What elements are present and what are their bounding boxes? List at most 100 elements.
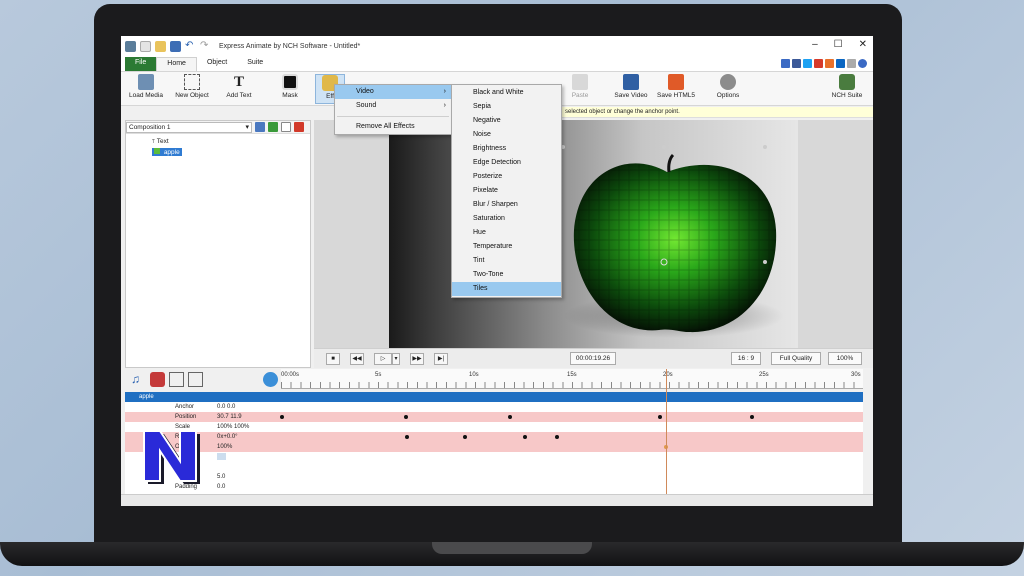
rss-icon[interactable] — [825, 59, 834, 68]
twitter-icon[interactable] — [803, 59, 812, 68]
fast-forward-button[interactable]: ▶▶ — [410, 353, 424, 365]
play-options-icon[interactable]: ▾ — [392, 353, 400, 365]
menu-item-two-tone[interactable]: Two-Tone — [452, 268, 561, 282]
help-icon[interactable] — [858, 59, 867, 68]
property-value[interactable]: 100% 100% — [217, 422, 249, 432]
menu-item-tint[interactable]: Tint — [452, 254, 561, 268]
keyframe[interactable] — [280, 415, 284, 419]
aspect-ratio-button[interactable]: 16 : 9 — [731, 352, 761, 365]
property-row-anchor[interactable]: Anchor 0.0 0.0 — [125, 402, 281, 412]
delete-icon[interactable] — [294, 122, 304, 132]
keyframe[interactable] — [508, 415, 512, 419]
keyframe-graph-icon[interactable] — [188, 372, 203, 387]
keyframe[interactable] — [405, 435, 409, 439]
keyframe[interactable] — [658, 415, 662, 419]
tab-suite[interactable]: Suite — [237, 57, 273, 71]
paste-button[interactable]: Paste — [558, 74, 602, 104]
menu-item-posterize[interactable]: Posterize — [452, 170, 561, 184]
options-button[interactable]: Options — [706, 74, 750, 104]
keyframe[interactable] — [463, 435, 467, 439]
mask-button[interactable]: Mask — [268, 74, 312, 104]
menu-item-remove-all-effects[interactable]: Remove All Effects — [335, 120, 451, 134]
menu-item-black-and-white[interactable]: Black and White — [452, 86, 561, 100]
property-value[interactable]: 30.7 11.9 — [217, 412, 242, 422]
timeline-scrollbar[interactable] — [121, 494, 873, 506]
menu-item-sound[interactable]: Sound › — [335, 99, 451, 113]
preview-area[interactable] — [314, 120, 873, 348]
save-html5-label: Save HTML5 — [657, 92, 695, 99]
new-object-button[interactable]: New Object — [170, 74, 214, 104]
zoom-button[interactable]: 100% — [828, 352, 862, 365]
tab-file[interactable]: File — [125, 57, 157, 71]
object-panel: Composition 1 Ƭ Text apple — [125, 120, 311, 368]
redo-icon[interactable]: ↷ — [200, 40, 211, 52]
open-folder-icon[interactable] — [155, 40, 166, 52]
menu-item-video[interactable]: Video › — [335, 85, 451, 99]
play-button[interactable]: ▷ — [374, 353, 392, 365]
menu-item-pixelate[interactable]: Pixelate — [452, 184, 561, 198]
menu-item-negative[interactable]: Negative — [452, 114, 561, 128]
tab-home[interactable]: Home — [156, 57, 197, 71]
add-text-button[interactable]: T Add Text — [217, 74, 261, 104]
keyframe[interactable] — [523, 435, 527, 439]
menu-item-brightness[interactable]: Brightness — [452, 142, 561, 156]
composition-select[interactable]: Composition 1 — [126, 121, 252, 133]
menu-item-temperature[interactable]: Temperature — [452, 240, 561, 254]
property-value[interactable]: 0x+0.0° — [217, 432, 238, 442]
maximize-button[interactable]: ☐ — [834, 39, 843, 50]
playhead[interactable] — [666, 369, 667, 494]
menu-item-blur-sharpen[interactable]: Blur / Sharpen — [452, 198, 561, 212]
color-swatch-icon[interactable] — [217, 453, 226, 460]
save-video-button[interactable]: Save Video — [609, 74, 653, 104]
facebook-icon[interactable] — [792, 59, 801, 68]
add-icon[interactable] — [268, 122, 278, 132]
property-value[interactable]: 0.0 0.0 — [217, 402, 235, 412]
move-icon[interactable] — [255, 122, 265, 132]
keyframe[interactable] — [404, 415, 408, 419]
keyframe[interactable] — [750, 415, 754, 419]
layer-track[interactable] — [281, 392, 863, 402]
add-keyframe-icon[interactable] — [263, 372, 278, 387]
rewind-button[interactable]: ◀◀ — [350, 353, 364, 365]
menu-item-edge-detection[interactable]: Edge Detection — [452, 156, 561, 170]
tree-item-text[interactable]: Ƭ Text — [152, 138, 169, 145]
skip-end-button[interactable]: ▶| — [434, 353, 448, 365]
thumbs-up-icon[interactable] — [781, 59, 790, 68]
copy-icon[interactable] — [281, 122, 291, 132]
menu-item-hue[interactable]: Hue — [452, 226, 561, 240]
position-track[interactable] — [280, 412, 863, 422]
menu-item-tiles[interactable]: Tiles — [452, 282, 561, 296]
tab-object[interactable]: Object — [197, 57, 237, 71]
keyframe[interactable] — [555, 435, 559, 439]
curve-icon[interactable] — [169, 372, 184, 387]
property-value[interactable]: 0.0 — [217, 482, 225, 492]
layer-row[interactable]: apple — [125, 392, 281, 402]
nch-suite-button[interactable]: NCH Suite — [825, 74, 869, 104]
timeline-tracks[interactable] — [280, 392, 863, 494]
stop-button[interactable]: ■ — [326, 353, 340, 365]
load-media-button[interactable]: Load Media — [124, 74, 168, 104]
save-html5-button[interactable]: Save HTML5 — [654, 74, 698, 104]
quality-button[interactable]: Full Quality — [771, 352, 821, 365]
new-file-icon[interactable] — [140, 40, 151, 52]
close-button[interactable]: ✕ — [859, 39, 867, 50]
tree-item-apple[interactable]: apple — [152, 148, 182, 156]
menu-item-saturation[interactable]: Saturation — [452, 212, 561, 226]
opacity-track[interactable] — [281, 442, 863, 452]
playback-controls: ■ ◀◀ ▷ ▾ ▶▶ ▶| 00:00:19.26 16 : 9 Full Q… — [314, 348, 873, 368]
menu-item-noise[interactable]: Noise — [452, 128, 561, 142]
dropdown-icon[interactable] — [847, 59, 856, 68]
rotation-track[interactable] — [281, 432, 863, 442]
property-row-position[interactable]: Position 30.7 11.9 — [125, 412, 281, 422]
music-icon[interactable]: ♫ — [131, 372, 146, 387]
menu-item-sepia[interactable]: Sepia — [452, 100, 561, 114]
save-icon[interactable] — [170, 40, 181, 52]
property-value[interactable]: 100% — [217, 442, 232, 452]
minimize-button[interactable]: – — [812, 39, 818, 50]
property-value[interactable]: 5.0 — [217, 472, 225, 482]
timeline-ruler[interactable]: 00:00s 5s 10s 15s 20s 25s 30s — [281, 369, 863, 389]
linkedin-icon[interactable] — [836, 59, 845, 68]
youtube-icon[interactable] — [814, 59, 823, 68]
magnet-icon[interactable] — [150, 372, 165, 387]
undo-icon[interactable]: ↶ — [185, 40, 196, 52]
